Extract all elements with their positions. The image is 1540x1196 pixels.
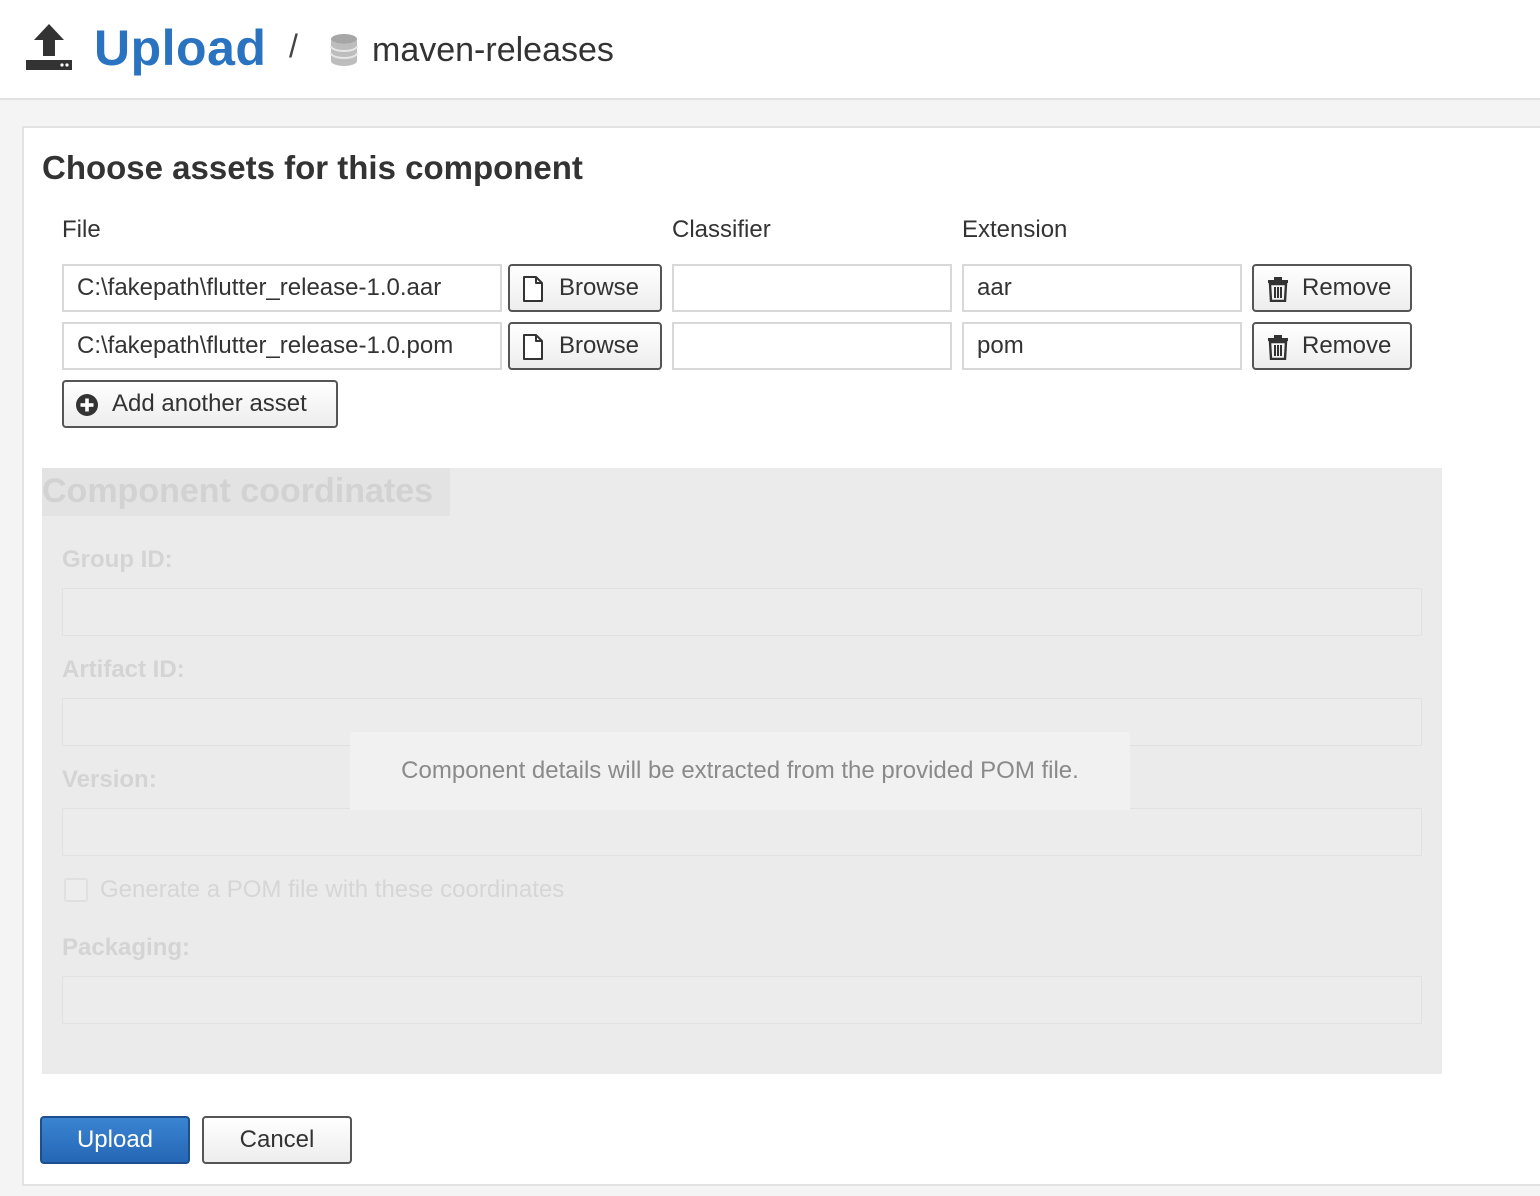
pom-extraction-message: Component details will be extracted from… [350, 732, 1130, 810]
upload-button[interactable]: Upload [40, 1116, 190, 1164]
upload-icon [26, 24, 72, 70]
cancel-button[interactable]: Cancel [202, 1116, 352, 1164]
group-id-field [62, 588, 1422, 636]
extension-field[interactable]: pom [962, 322, 1242, 370]
packaging-field [62, 976, 1422, 1024]
add-asset-button[interactable]: Add another asset [62, 380, 338, 428]
remove-button[interactable]: Remove [1252, 322, 1412, 370]
file-column-header: File [62, 216, 101, 243]
plus-circle-icon [76, 394, 98, 416]
file-path-field[interactable]: C:\fakepath\flutter_release-1.0.aar [62, 264, 502, 312]
extension-field[interactable]: aar [962, 264, 1242, 312]
file-path-field[interactable]: C:\fakepath\flutter_release-1.0.pom [62, 322, 502, 370]
browse-button[interactable]: Browse [508, 322, 662, 370]
classifier-column-header: Classifier [672, 216, 771, 243]
packaging-label: Packaging: [62, 934, 191, 961]
remove-button-label: Remove [1302, 332, 1392, 359]
browse-button-label: Browse [559, 274, 640, 301]
group-id-label: Group ID: [62, 546, 173, 573]
browse-button-label: Browse [559, 332, 640, 359]
database-icon [330, 34, 358, 66]
breadcrumb-separator: / [289, 28, 298, 64]
file-icon [523, 276, 543, 302]
coordinates-title: Component coordinates [42, 472, 434, 510]
version-label: Version: [62, 766, 157, 793]
extension-column-header: Extension [962, 216, 1068, 243]
remove-button[interactable]: Remove [1252, 264, 1412, 312]
remove-button-label: Remove [1302, 274, 1392, 301]
add-asset-label: Add another asset [112, 390, 307, 417]
generate-pom-checkbox [64, 878, 88, 902]
trash-icon [1268, 277, 1288, 302]
generate-pom-label: Generate a POM file with these coordinat… [100, 876, 565, 903]
repository-name[interactable]: maven-releases [372, 26, 614, 74]
assets-section-title: Choose assets for this component [42, 149, 583, 186]
artifact-id-label: Artifact ID: [62, 656, 185, 683]
trash-icon [1268, 335, 1288, 360]
classifier-field[interactable] [672, 264, 952, 312]
file-icon [523, 334, 543, 360]
classifier-field[interactable] [672, 322, 952, 370]
browse-button[interactable]: Browse [508, 264, 662, 312]
page-title: Upload [94, 20, 267, 76]
version-field [62, 808, 1422, 856]
page-header: Upload / maven-releases [0, 0, 1540, 100]
